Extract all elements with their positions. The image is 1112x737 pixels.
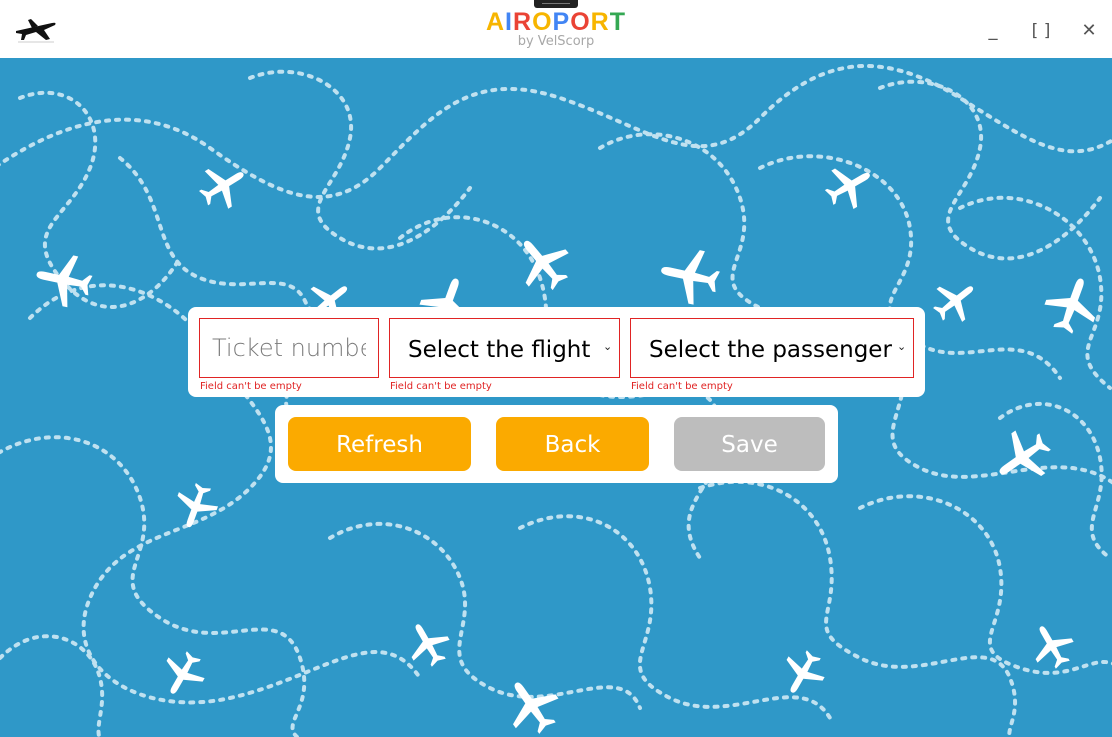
app-title-letter: A (485, 8, 506, 36)
ticket-number-field[interactable] (199, 318, 379, 378)
back-button[interactable]: Back (496, 417, 649, 471)
ticket-number-input[interactable] (200, 319, 378, 377)
flight-select[interactable]: Select the flight ⌄ (389, 318, 620, 378)
flight-select-value: Select the flight (408, 337, 591, 363)
app-title-letter: P (552, 8, 571, 36)
app-title-letter: R (590, 8, 610, 36)
app-title-letter: R (513, 8, 533, 36)
title-bar[interactable]: AIROPORT by VelScorp _ [ ] ✕ (0, 0, 1112, 58)
drag-handle[interactable] (534, 0, 578, 8)
app-window: AIROPORT by VelScorp _ [ ] ✕ Ticket numb… (0, 0, 1112, 737)
app-subtitle: by VelScorp (517, 34, 595, 49)
app-brand: AIROPORT by VelScorp (456, 9, 656, 49)
refresh-button[interactable]: Refresh (288, 417, 471, 471)
ticket-error-text: Field can't be empty (200, 381, 302, 392)
airplane-pattern-background (0, 63, 1112, 737)
app-title-letter: O (570, 8, 591, 36)
flight-error-text: Field can't be empty (390, 381, 492, 392)
maximize-button[interactable]: [ ] (1028, 20, 1054, 42)
app-title-letter: O (532, 8, 553, 36)
app-title-letter: T (609, 8, 626, 36)
passenger-select[interactable]: Select the passenger ⌄ (630, 318, 914, 378)
passenger-error-text: Field can't be empty (631, 381, 733, 392)
background-pattern (0, 58, 1112, 737)
passenger-select-value: Select the passenger (649, 337, 892, 363)
app-title-letter: I (505, 8, 513, 36)
minimize-button[interactable]: _ (982, 20, 1004, 42)
close-button[interactable]: ✕ (1078, 20, 1100, 42)
airplane-icon (16, 19, 56, 43)
chevron-down-icon: ⌄ (897, 341, 907, 353)
app-title: AIROPORT (456, 9, 656, 35)
chevron-down-icon: ⌄ (603, 341, 613, 353)
save-button[interactable]: Save (674, 417, 825, 471)
